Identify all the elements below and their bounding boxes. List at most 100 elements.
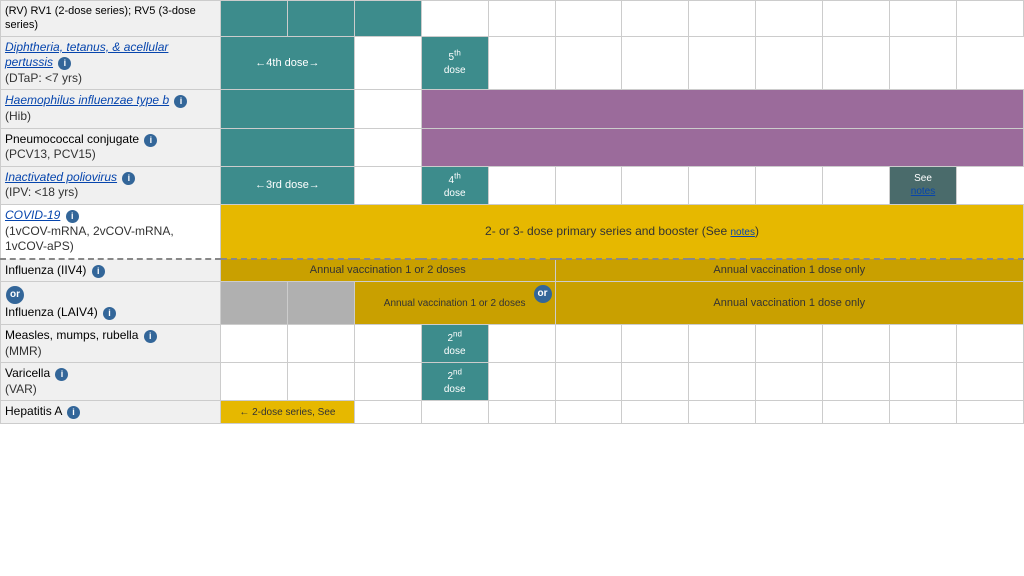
hepa-cell-9 <box>756 401 823 424</box>
var-cell-8 <box>689 363 756 401</box>
flu-laiv4-right-cell: Annual vaccination 1 dose only <box>555 282 1023 325</box>
hepa-name: Hepatitis A <box>5 404 62 418</box>
hib-info-icon[interactable]: i <box>174 95 187 108</box>
pcv-sub: (PCV13, PCV15) <box>5 147 96 161</box>
dtap-cell-10 <box>756 36 823 90</box>
pcv-row: Pneumococcal conjugate i (PCV13, PCV15) <box>1 128 1024 166</box>
dtap-cell-12 <box>890 36 957 90</box>
or-badge: or <box>6 286 24 304</box>
hib-link[interactable]: Haemophilus influenzae type b <box>5 93 169 107</box>
flu-iiv4-info-icon[interactable]: i <box>92 265 105 278</box>
rv-row: (RV) RV1 (2-dose series); RV5 (3-dose se… <box>1 1 1024 37</box>
rv-cell-7 <box>622 1 689 37</box>
hepa-cell-10 <box>823 401 890 424</box>
covid-link[interactable]: COVID-19 <box>5 208 60 222</box>
hepa-info-icon[interactable]: i <box>67 406 80 419</box>
ipv-white-1 <box>354 166 421 204</box>
hepa-text: ← 2-dose series, See <box>239 407 335 418</box>
pcv-vaccine-name: Pneumococcal conjugate i (PCV13, PCV15) <box>1 128 221 166</box>
pcv-purple-cell <box>421 128 1023 166</box>
hib-purple-cell <box>421 90 1023 128</box>
hepa-row: Hepatitis A i ← 2-dose series, See <box>1 401 1024 424</box>
var-dose2-cell: 2nddose <box>421 363 488 401</box>
mmr-dose2-label: 2nddose <box>444 333 466 357</box>
flu-iiv4-left-cell: Annual vaccination 1 or 2 doses <box>221 259 556 282</box>
hepa-cell-11 <box>890 401 957 424</box>
pcv-teal-cell <box>221 128 355 166</box>
dtap-cell-8 <box>622 36 689 90</box>
mmr-info-icon[interactable]: i <box>144 330 157 343</box>
covid-notes-link[interactable]: notes <box>730 227 754 238</box>
or-badge-2: or <box>534 285 552 303</box>
hepa-vaccine-name: Hepatitis A i <box>1 401 221 424</box>
covid-text: 2- or 3- dose primary series and booster… <box>485 224 730 238</box>
covid-vaccine-name: COVID-19 i (1vCOV-mRNA, 2vCOV-mRNA, 1vCO… <box>1 204 221 258</box>
hepa-cell-6 <box>555 401 622 424</box>
pcv-info-icon[interactable]: i <box>144 134 157 147</box>
ipv-info-icon[interactable]: i <box>122 172 135 185</box>
rv-cell-10 <box>823 1 890 37</box>
flu-laiv4-left-label: Annual vaccination 1 or 2 doses <box>384 298 526 309</box>
var-cell-10 <box>823 363 890 401</box>
ipv-see-label: See <box>914 173 932 184</box>
dtap-cell-11 <box>823 36 890 90</box>
mmr-vaccine-name: Measles, mumps, rubella i (MMR) <box>1 324 221 362</box>
dtap-vaccine-name: Diphtheria, tetanus, & acellular pertuss… <box>1 36 221 90</box>
dtap-dose5-cell: 5thdose <box>421 36 488 90</box>
hib-vaccine-name: Haemophilus influenzae type b i (Hib) <box>1 90 221 128</box>
rv-cell-12 <box>956 1 1023 37</box>
hepa-cell-8 <box>689 401 756 424</box>
mmr-cell-8 <box>689 324 756 362</box>
rv-cell-3 <box>354 1 421 37</box>
hib-teal-cell <box>221 90 355 128</box>
covid-text-end: ) <box>755 224 759 238</box>
rv-cell-11 <box>890 1 957 37</box>
mmr-sub: (MMR) <box>5 344 42 358</box>
var-cell-2 <box>287 363 354 401</box>
ipv-dose4-label: 4thdose <box>444 175 466 199</box>
mmr-cell-5 <box>488 324 555 362</box>
mmr-cell-1 <box>221 324 288 362</box>
flu-laiv4-info-icon[interactable]: i <box>103 307 116 320</box>
flu-laiv4-left-cell: or Annual vaccination 1 or 2 doses <box>354 282 555 325</box>
hepa-dose-cell: ← 2-dose series, See <box>221 401 355 424</box>
flu-laiv4-gray-2 <box>287 282 354 325</box>
ipv-vaccine-name: Inactivated poliovirus i (IPV: <18 yrs) <box>1 166 221 204</box>
mmr-name: Measles, mumps, rubella <box>5 328 138 342</box>
ipv-dose4-cell: 4thdose <box>421 166 488 204</box>
flu-iiv4-right-cell: Annual vaccination 1 dose only <box>555 259 1023 282</box>
hepa-cell-12 <box>956 401 1023 424</box>
ipv-cell-11 <box>823 166 890 204</box>
hepa-cell-3 <box>354 401 421 424</box>
mmr-cell-9 <box>756 324 823 362</box>
ipv-cell-7 <box>555 166 622 204</box>
dtap-cell-9 <box>689 36 756 90</box>
mmr-cell-6 <box>555 324 622 362</box>
var-cell-3 <box>354 363 421 401</box>
dtap-row: Diphtheria, tetanus, & acellular pertuss… <box>1 36 1024 90</box>
covid-main-cell: 2- or 3- dose primary series and booster… <box>221 204 1024 258</box>
flu-laiv4-vaccine-name: or Influenza (LAIV4) i <box>1 282 221 325</box>
dtap-info-icon[interactable]: i <box>58 57 71 70</box>
dtap-dose4-label: ←4th dose→ <box>255 57 319 69</box>
var-cell-11 <box>890 363 957 401</box>
hepa-cell-7 <box>622 401 689 424</box>
flu-laiv4-name: Influenza (LAIV4) <box>5 305 98 319</box>
mmr-cell-3 <box>354 324 421 362</box>
dtap-link[interactable]: Diphtheria, tetanus, & acellular pertuss… <box>5 40 168 70</box>
hib-sub: (Hib) <box>5 109 31 123</box>
ipv-notes-link[interactable]: notes <box>911 186 935 197</box>
rv-cell-5 <box>488 1 555 37</box>
flu-iiv4-vaccine-name: Influenza (IIV4) i <box>1 259 221 282</box>
varicella-info-icon[interactable]: i <box>55 368 68 381</box>
covid-info-icon[interactable]: i <box>66 210 79 223</box>
hib-white-1 <box>354 90 421 128</box>
dtap-gap1 <box>354 36 421 90</box>
var-cell-7 <box>622 363 689 401</box>
vaccination-schedule-table: (RV) RV1 (2-dose series); RV5 (3-dose se… <box>0 0 1024 424</box>
rv-cell-2 <box>287 1 354 37</box>
ipv-link[interactable]: Inactivated poliovirus <box>5 170 117 184</box>
mmr-cell-2 <box>287 324 354 362</box>
pcv-white-1 <box>354 128 421 166</box>
ipv-cell-9 <box>689 166 756 204</box>
